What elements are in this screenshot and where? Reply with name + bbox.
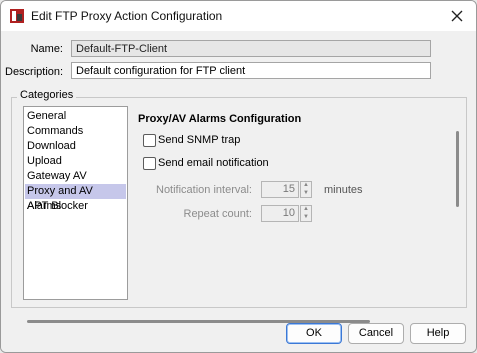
repeat-count-spinner[interactable]: ▲ ▼	[300, 205, 312, 222]
categories-list[interactable]: General Commands Download Upload Gateway…	[23, 106, 128, 300]
send-snmp-trap-label[interactable]: Send SNMP trap	[158, 134, 240, 146]
spin-down-icon[interactable]: ▼	[301, 190, 311, 197]
send-email-label[interactable]: Send email notification	[158, 157, 269, 169]
dialog-body: Name: Default-FTP-Client Description: De…	[1, 31, 476, 352]
category-item-proxy-av-alarms[interactable]: Proxy and AV Alarms	[25, 184, 126, 212]
category-item-commands[interactable]: Commands	[25, 124, 126, 139]
ok-button[interactable]: OK	[286, 323, 342, 344]
title-bar: Edit FTP Proxy Action Configuration	[1, 1, 476, 31]
category-item-gateway-av[interactable]: Gateway AV	[25, 169, 126, 184]
dialog-window: Edit FTP Proxy Action Configuration Name…	[0, 0, 477, 353]
notification-interval-unit: minutes	[324, 184, 363, 196]
close-button[interactable]	[444, 4, 470, 28]
notification-interval-spinner[interactable]: ▲ ▼	[300, 181, 312, 198]
spin-up-icon[interactable]: ▲	[301, 206, 311, 213]
app-icon	[10, 9, 24, 23]
window-title: Edit FTP Proxy Action Configuration	[31, 9, 223, 23]
alarms-config-panel: Proxy/AV Alarms Configuration Send SNMP …	[128, 106, 462, 300]
spin-up-icon[interactable]: ▲	[301, 182, 311, 189]
name-field: Default-FTP-Client	[71, 40, 431, 57]
close-icon	[451, 10, 463, 22]
description-field[interactable]: Default configuration for FTP client	[71, 62, 431, 79]
category-item-download[interactable]: Download	[25, 139, 126, 154]
notification-interval-label: Notification interval:	[156, 184, 252, 196]
cancel-button[interactable]: Cancel	[348, 323, 404, 344]
category-item-upload[interactable]: Upload	[25, 154, 126, 169]
description-label: Description:	[5, 66, 64, 78]
vertical-scrollbar[interactable]	[456, 131, 459, 207]
repeat-count-input[interactable]: 10	[261, 205, 299, 222]
help-button[interactable]: Help	[410, 323, 466, 344]
category-item-apt-blocker[interactable]: APT Blocker	[25, 199, 126, 214]
panel-title: Proxy/AV Alarms Configuration	[138, 113, 302, 125]
spin-down-icon[interactable]: ▼	[301, 214, 311, 221]
categories-legend: Categories	[17, 89, 77, 101]
notification-interval-input[interactable]: 15	[261, 181, 299, 198]
category-item-general[interactable]: General	[25, 109, 126, 124]
name-label: Name:	[30, 43, 63, 55]
send-snmp-trap-checkbox[interactable]	[143, 134, 156, 147]
send-email-checkbox[interactable]	[143, 157, 156, 170]
repeat-count-label: Repeat count:	[183, 208, 253, 220]
